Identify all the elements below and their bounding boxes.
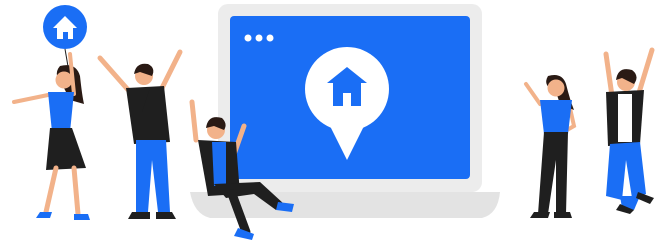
illustration-scene	[0, 0, 662, 243]
real-estate-illustration	[12, 4, 655, 240]
man-jumping	[603, 47, 655, 214]
house-balloon-icon	[43, 5, 87, 49]
woman-with-balloon	[12, 5, 90, 220]
window-dots-icon	[244, 34, 274, 42]
man-cheering	[97, 49, 183, 219]
woman-cheering	[524, 75, 577, 218]
